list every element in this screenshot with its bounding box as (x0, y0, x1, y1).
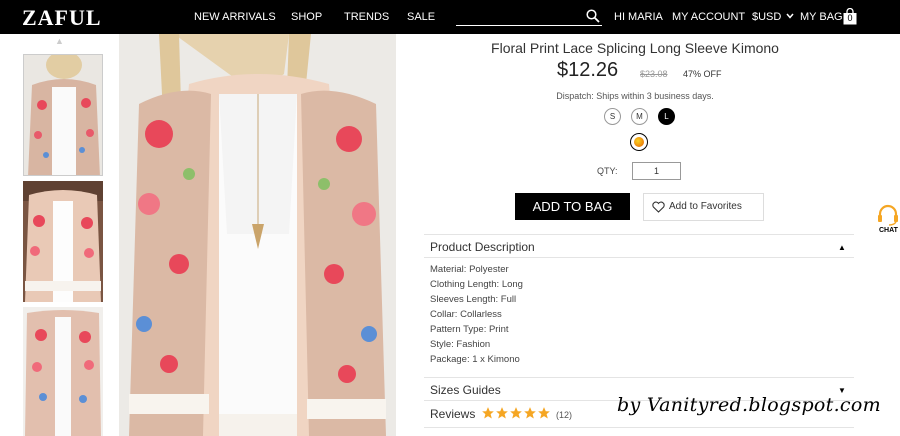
nav-shop[interactable]: SHOP (291, 11, 322, 23)
spec-item: Pattern Type: Print (430, 324, 509, 335)
divider (424, 377, 854, 378)
thumbnail-1-image (24, 55, 102, 175)
sizes-guides-header[interactable]: Sizes Guides (430, 383, 501, 397)
review-count: (12) (556, 410, 573, 420)
thumbnail-3[interactable] (23, 307, 103, 436)
currency-selector[interactable]: $USD (752, 11, 794, 23)
my-account-link[interactable]: MY ACCOUNT (672, 11, 745, 23)
star-icon (482, 407, 494, 419)
thumbnail-2-image (23, 181, 103, 302)
discount-label: 47% OFF (683, 69, 722, 79)
currency-label: $USD (752, 11, 782, 23)
spec-item: Sleeves Length: Full (430, 294, 517, 305)
nav-sale[interactable]: SALE (407, 11, 435, 23)
product-description-header[interactable]: Product Description (430, 240, 535, 254)
quantity-label: QTY: (597, 166, 618, 176)
spec-item: Style: Fashion (430, 339, 491, 350)
chat-label: CHAT (879, 227, 898, 234)
spec-item: Collar: Collarless (430, 309, 502, 320)
my-bag-link[interactable]: MY BAG (800, 11, 843, 23)
watermark-text: by Vanityred.blogspot.com (617, 394, 881, 416)
product-title: Floral Print Lace Splicing Long Sleeve K… (491, 40, 779, 56)
spec-item: Material: Polyester (430, 264, 509, 275)
chevron-down-icon (786, 13, 794, 19)
color-swatch[interactable] (630, 133, 648, 151)
search-box (456, 8, 602, 26)
star-icon (538, 407, 550, 419)
thumbnail-1[interactable] (23, 54, 103, 176)
size-option-m[interactable]: M (631, 108, 648, 125)
thumbnail-2[interactable] (23, 181, 103, 302)
color-swatch-fill (634, 137, 644, 147)
original-price: $23.08 (640, 69, 668, 79)
top-navigation-bar: ZAFUL NEW ARRIVALS SHOP TRENDS SALE HI M… (0, 0, 900, 34)
divider (424, 257, 854, 258)
zaful-logo[interactable]: ZAFUL (22, 5, 102, 31)
spec-item: Package: 1 x Kimono (430, 354, 520, 365)
quantity-input[interactable] (632, 162, 681, 180)
collapse-up-icon[interactable]: ▲ (838, 243, 846, 252)
reviews-header[interactable]: Reviews (430, 407, 475, 421)
heart-icon (652, 201, 665, 213)
add-to-favorites-label: Add to Favorites (669, 201, 742, 212)
size-option-s[interactable]: S (604, 108, 621, 125)
headset-icon (878, 204, 898, 226)
rating-stars (481, 406, 551, 422)
size-option-l[interactable]: L (658, 108, 675, 125)
thumbnail-scroll-up-icon[interactable]: ▲ (55, 36, 64, 46)
product-specs-list: Material: Polyester Clothing Length: Lon… (430, 262, 523, 367)
star-icon (524, 407, 536, 419)
spec-item: Clothing Length: Long (430, 279, 523, 290)
shopping-bag-icon[interactable]: 0 (843, 7, 857, 25)
search-icon[interactable] (586, 9, 600, 23)
bag-count-badge: 0 (847, 13, 853, 23)
search-input[interactable] (456, 10, 580, 26)
nav-trends[interactable]: TRENDS (344, 11, 389, 23)
star-icon (496, 407, 508, 419)
dispatch-info: Dispatch: Ships within 3 business days. (556, 91, 714, 101)
thumbnail-3-image (23, 307, 103, 436)
greeting-link[interactable]: HI MARIA (614, 11, 663, 23)
nav-new-arrivals[interactable]: NEW ARRIVALS (194, 11, 276, 23)
divider (424, 427, 854, 428)
add-to-bag-button[interactable]: ADD TO BAG (515, 193, 630, 220)
star-icon (510, 407, 522, 419)
divider (424, 234, 854, 235)
add-to-favorites-button[interactable]: Add to Favorites (643, 193, 764, 221)
product-price: $12.26 (557, 59, 619, 81)
